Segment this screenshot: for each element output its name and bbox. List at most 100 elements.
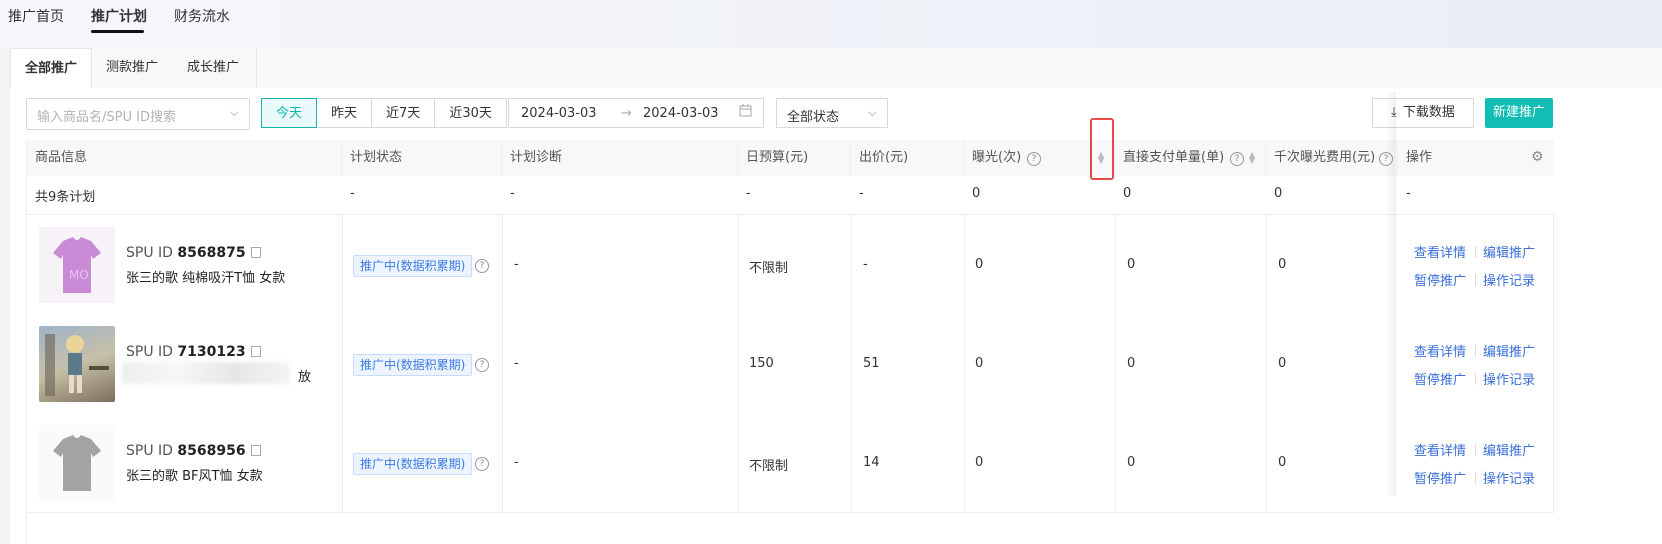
exposure-value: 0 [975,257,984,272]
calendar-icon [739,104,752,121]
fixed-column-shadow [1386,92,1396,496]
date-yesterday-button[interactable]: 昨天 [316,98,373,128]
sort-icon[interactable]: ▲ ▼ [1249,151,1255,165]
status-select-value: 全部状态 [787,110,840,125]
col-divider [1115,215,1116,314]
bid-value: 14 [863,455,880,470]
edit-promo-link[interactable]: 编辑推广 [1483,440,1535,459]
subtab-divider [256,48,257,88]
col-divider [964,314,965,413]
header-product-info: 商品信息 [27,140,342,176]
new-promo-button[interactable]: 新建推广 [1485,98,1553,128]
exposure-value: 0 [975,455,984,470]
header-plan-status: 计划状态 [342,140,502,176]
product-name: 张三的歌 纯棉吸汗T恤 女款 [126,271,286,286]
date-start: 2024-03-03 [521,106,597,121]
copy-icon[interactable] [250,445,261,456]
download-label: 下载数据 [1402,105,1455,120]
tab-test-promo[interactable]: 测款推广 [92,48,172,88]
svg-text:MO: MO [69,268,89,282]
bid-value: 51 [863,356,880,371]
summary-budget: - [746,186,751,201]
date-30days-button[interactable]: 近30天 [434,98,507,128]
col-divider [1553,215,1554,314]
settings-gear-icon[interactable]: ⚙ [1531,149,1544,165]
col-divider [1115,413,1116,512]
col-divider [738,215,739,314]
col-divider [342,314,343,413]
spu-label: SPU ID [126,344,173,360]
summary-row: 共9条计划 - - - - 0 0 0 - [27,176,1554,215]
col-divider [1553,314,1554,413]
edit-promo-link[interactable]: 编辑推广 [1483,341,1535,360]
summary-orders: 0 [1123,186,1132,201]
nav-finance-flow[interactable]: 财务流水 [174,6,230,26]
product-name: 张三的歌 BF风T恤 女款 [126,469,263,484]
summary-cpm: 0 [1274,186,1283,201]
spu-id: 8568875 [177,245,246,261]
bid-value: - [863,257,868,272]
view-details-link[interactable]: 查看详情 [1414,440,1466,459]
view-details-link[interactable]: 查看详情 [1414,341,1466,360]
filter-bar: 输入商品名/SPU ID搜索 ⌵ 今天 昨天 近7天 近30天 2024-03-… [10,88,1662,140]
search-placeholder: 输入商品名/SPU ID搜索 [37,110,176,125]
cpm-value: 0 [1278,455,1287,470]
diagnosis-value: - [514,455,519,470]
op-separator [1475,444,1476,456]
tab-growth-promo[interactable]: 成长推广 [173,48,253,88]
orders-value: 0 [1127,356,1136,371]
view-details-link[interactable]: 查看详情 [1414,242,1466,261]
status-select[interactable]: 全部状态 ⌵ [776,98,888,128]
date-7days-button[interactable]: 近7天 [371,98,436,128]
summary-status: - [350,186,355,201]
help-icon[interactable]: ? [1230,152,1244,166]
op-separator [1475,345,1476,357]
summary-bid: - [859,186,864,201]
header-bid: 出价(元) [851,140,964,176]
product-thumbnail: MO [39,227,115,303]
op-separator [1475,274,1476,286]
header-plan-diagnosis: 计划诊断 [502,140,738,176]
nav-promo-plan[interactable]: 推广计划 [91,6,147,26]
product-thumbnail [39,425,115,501]
col-divider [851,215,852,314]
help-icon[interactable]: ? [1027,152,1041,166]
search-input[interactable]: 输入商品名/SPU ID搜索 ⌵ [26,98,250,130]
operation-log-link[interactable]: 操作记录 [1483,270,1535,289]
status-badge: 推广中(数据积累期) [353,354,473,376]
edit-promo-link[interactable]: 编辑推广 [1483,242,1535,261]
budget-value: 不限制 [749,261,789,276]
chevron-down-icon: ⌵ [867,105,877,119]
product-name: 放 [298,370,312,385]
col-divider [738,413,739,512]
date-today-button[interactable]: 今天 [261,98,318,128]
col-divider [502,314,503,413]
summary-count: 共9条计划 [35,190,96,205]
plans-table: 商品信息 计划状态 计划诊断 日预算(元) 出价(元) 曝光(次) ? ▲ ▼ 直… [26,140,1554,544]
table-header: 商品信息 计划状态 计划诊断 日预算(元) 出价(元) 曝光(次) ? ▲ ▼ 直… [27,140,1554,177]
col-divider [342,413,343,512]
copy-icon[interactable] [250,346,261,357]
col-divider [964,215,965,314]
operation-log-link[interactable]: 操作记录 [1483,468,1535,487]
help-icon[interactable]: ? [475,358,489,372]
date-range-picker[interactable]: 2024-03-03 → 2024-03-03 [508,98,764,128]
help-icon[interactable]: ? [475,259,489,273]
spu-id: 8568956 [177,443,246,459]
tab-all-promo[interactable]: 全部推广 [10,48,93,90]
op-separator [1475,472,1476,484]
col-divider [964,413,965,512]
pause-promo-link[interactable]: 暂停推广 [1414,369,1466,388]
help-icon[interactable]: ? [475,457,489,471]
sort-highlight-box [1090,118,1114,180]
pause-promo-link[interactable]: 暂停推广 [1414,468,1466,487]
pause-promo-link[interactable]: 暂停推广 [1414,270,1466,289]
col-divider [502,413,503,512]
exposure-value: 0 [975,356,984,371]
redacted-product-name [122,362,290,384]
operation-log-link[interactable]: 操作记录 [1483,369,1535,388]
spu-label: SPU ID [126,245,173,261]
copy-icon[interactable] [250,247,261,258]
nav-promo-home[interactable]: 推广首页 [8,6,64,26]
diagnosis-value: - [514,257,519,272]
